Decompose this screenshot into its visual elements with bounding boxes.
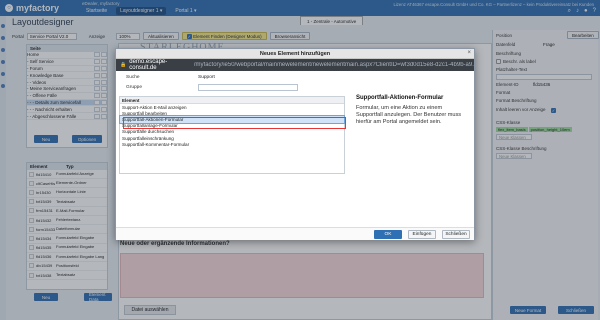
url-host: demo.escape-consult.de xyxy=(129,59,168,71)
element-desc-text: Formular, um eine Aktion zu einem Suppor… xyxy=(356,105,462,125)
element-list: Element Support-Aktion E-Mail anzeigen Su… xyxy=(119,96,345,174)
ok-button[interactable]: OK xyxy=(374,230,402,239)
new-element-dialog: Neues Element hinzufügen × 🔒 demo.escape… xyxy=(115,48,475,240)
element-desc-title: Supportfall-Aktionen-Formular xyxy=(356,95,444,101)
dialog-close-button[interactable]: Schließen xyxy=(442,230,470,239)
dialog-title: Neues Element hinzufügen xyxy=(116,49,474,59)
insert-button[interactable]: Einfügen xyxy=(408,230,436,239)
element-list-item[interactable]: Supportfall-Kommentar-Formular xyxy=(120,141,344,147)
lock-icon: 🔒 xyxy=(120,62,127,68)
url-path: /myfactory/ie50/webportal/main/newelemen… xyxy=(193,62,474,68)
element-list-header: Element xyxy=(120,97,344,104)
highlight-annotation xyxy=(123,117,346,129)
dialog-footer: OK Einfügen Schließen xyxy=(116,227,474,240)
close-icon[interactable]: × xyxy=(467,50,471,56)
search-input[interactable]: Support xyxy=(198,75,215,80)
search-label: Suche xyxy=(126,75,140,80)
dialog-url-bar: 🔒 demo.escape-consult.de /myfactory/ie50… xyxy=(116,59,474,71)
group-select[interactable] xyxy=(198,84,298,91)
group-label: Gruppe xyxy=(126,85,142,90)
